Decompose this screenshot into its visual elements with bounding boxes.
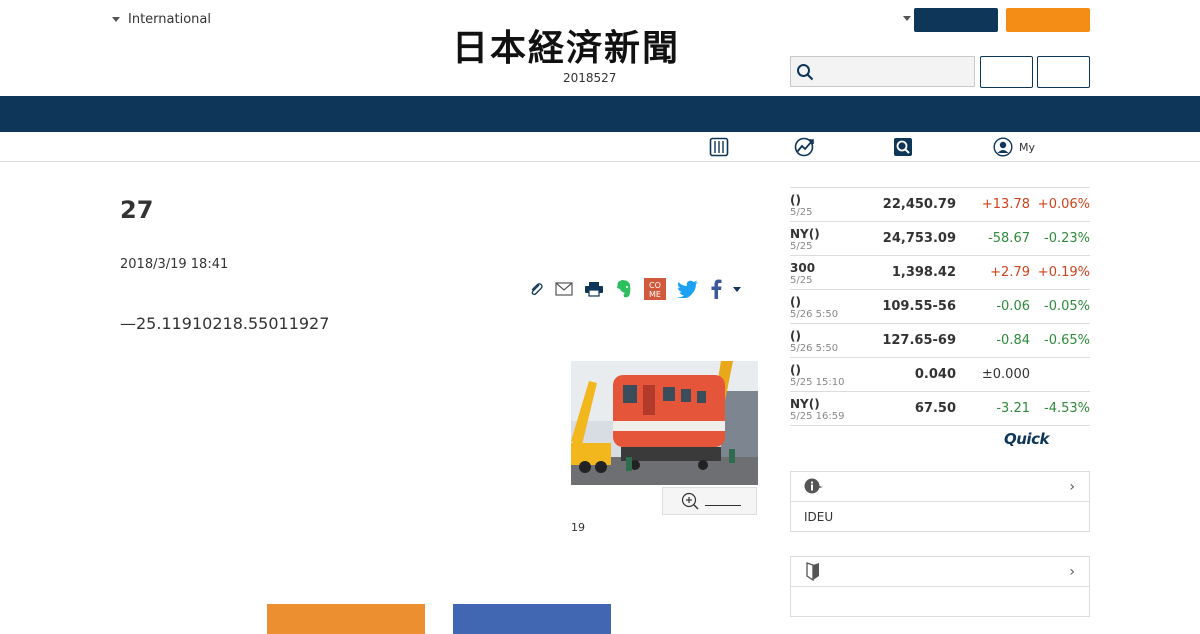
newspaper-icon [709, 137, 729, 157]
subnav-my-page[interactable]: My [993, 137, 1035, 157]
issue-date: 2018527 [563, 71, 617, 85]
market-change: -0.06 [996, 299, 1030, 314]
market-value: 24,753.09 [882, 231, 956, 246]
market-time: 5/25 16:59 [790, 411, 845, 422]
edition-selector[interactable]: International [112, 12, 211, 27]
market-time: 5/25 15:10 [790, 377, 845, 388]
user-icon [993, 137, 1013, 157]
edition-label: International [128, 12, 211, 27]
subnav-search[interactable] [893, 137, 919, 157]
market-data-table: () 5/25 22,450.79 +13.78 +0.06% NY() 5/25 24,75… [790, 187, 1090, 426]
market-row[interactable]: NY() 5/25 16:59 67.50 -3.21 -4.53% [790, 392, 1090, 426]
market-name: NY() [790, 397, 820, 411]
market-change: +13.78 [981, 197, 1030, 212]
market-change-percent: -0.05% [1044, 299, 1090, 314]
site-logo[interactable]: 日本経済新聞 [452, 28, 748, 68]
search-input[interactable] [790, 56, 975, 87]
market-change-percent: -0.23% [1044, 231, 1090, 246]
market-time: 5/26 5:50 [790, 343, 839, 354]
svg-text:ME: ME [649, 290, 661, 299]
market-name: () [790, 193, 801, 207]
beginner-box-body [791, 587, 1089, 603]
twitter-icon[interactable] [677, 280, 699, 298]
market-value: 1,398.42 [891, 265, 956, 280]
market-change-percent: -4.53% [1044, 401, 1090, 416]
market-name: () [790, 363, 801, 377]
zoom-in-icon [681, 492, 699, 510]
beginner-box[interactable]: › [790, 556, 1090, 617]
chart-icon [794, 137, 814, 157]
market-row[interactable]: () 5/26 5:50 109.55-56 -0.06 -0.05% [790, 290, 1090, 324]
article-photo[interactable] [571, 361, 758, 485]
search-icon[interactable] [796, 63, 814, 81]
info-icon [804, 478, 823, 494]
info-box-body: IDEU [804, 510, 834, 524]
market-row[interactable]: () 5/25 15:10 0.040 ±0.000 [790, 358, 1090, 392]
main-navigation-bar [0, 96, 1200, 132]
chevron-right-icon: › [1069, 564, 1075, 580]
market-value: 22,450.79 [882, 197, 956, 212]
market-name: () [790, 295, 801, 309]
train-photo [571, 361, 758, 485]
market-change: -3.21 [996, 401, 1030, 416]
info-box-header[interactable]: › [791, 472, 1089, 502]
market-change: ±0.000 [981, 367, 1030, 382]
market-row[interactable]: () 5/25 22,450.79 +13.78 +0.06% [790, 188, 1090, 222]
subnav-markets[interactable] [794, 137, 822, 157]
header-outline-button-1[interactable] [980, 56, 1033, 88]
print-icon[interactable] [584, 281, 604, 297]
beginner-mark-icon [806, 562, 819, 581]
market-row[interactable]: 300 5/25 1,398.42 +2.79 +0.19% [790, 256, 1090, 290]
beginner-box-header[interactable]: › [791, 557, 1089, 587]
market-value: 109.55-56 [882, 299, 956, 314]
evernote-icon[interactable] [615, 279, 633, 299]
info-box[interactable]: › IDEU [790, 471, 1090, 532]
photo-caption: 19 [571, 521, 585, 534]
subnav-newspaper[interactable] [709, 137, 735, 157]
market-value: 0.040 [914, 367, 956, 382]
svg-text:CO: CO [649, 281, 661, 290]
market-change-percent: +0.06% [1037, 197, 1090, 212]
login-button[interactable] [914, 8, 998, 32]
account-dropdown-caret-icon[interactable] [903, 16, 911, 21]
market-name: () [790, 329, 801, 343]
publish-date: 2018/3/19 18:41 [120, 257, 229, 272]
chevron-right-icon: › [1069, 479, 1075, 495]
market-time: 5/26 5:50 [790, 309, 839, 320]
subscribe-button[interactable] [1006, 8, 1090, 32]
facebook-icon[interactable] [710, 279, 722, 299]
market-change: -58.67 [988, 231, 1030, 246]
market-name: 300 [790, 261, 816, 275]
market-value: 67.50 [914, 401, 956, 416]
market-row[interactable]: () 5/26 5:50 127.65-69 -0.84 -0.65% [790, 324, 1090, 358]
market-row[interactable]: NY() 5/25 24,753.09 -58.67 -0.23% [790, 222, 1090, 256]
quick-logo[interactable]: Quick [1004, 430, 1049, 448]
market-time: 5/25 [790, 241, 813, 252]
zoom-label-line [705, 504, 741, 506]
market-change-percent: +0.19% [1037, 265, 1090, 280]
dropdown-caret-icon [112, 17, 120, 22]
market-time: 5/25 [790, 275, 813, 286]
article-headline: 27 [120, 196, 154, 224]
search-icon [894, 138, 912, 156]
market-change-percent: -0.65% [1044, 333, 1090, 348]
market-time: 5/25 [790, 207, 813, 218]
article-lead: —25.11910218.55011927 [120, 314, 330, 333]
comemo-icon[interactable]: CO ME [644, 278, 666, 300]
market-value: 127.65-69 [882, 333, 956, 348]
zoom-button[interactable] [662, 487, 757, 515]
share-toolbar: CO ME [528, 278, 741, 300]
market-name: NY() [790, 227, 820, 241]
clip-icon[interactable] [528, 281, 544, 297]
mail-icon[interactable] [555, 282, 573, 296]
header-outline-button-2[interactable] [1037, 56, 1090, 88]
market-change: -0.84 [996, 333, 1030, 348]
market-change: +2.79 [990, 265, 1030, 280]
share-more-caret-icon[interactable] [733, 286, 741, 292]
